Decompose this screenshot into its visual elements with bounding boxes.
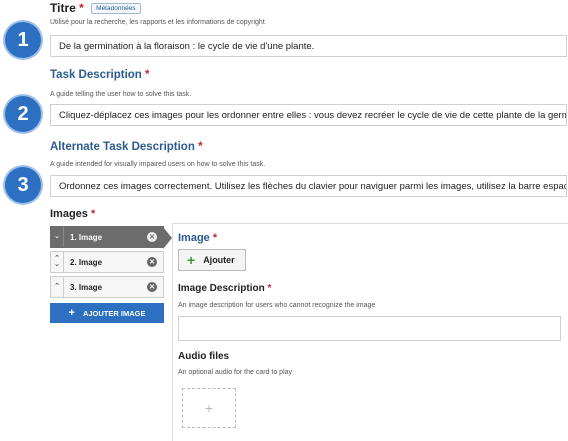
plus-icon: +	[204, 400, 214, 416]
alt-task-description-label: Alternate Task Description	[50, 141, 195, 153]
title-field-hint: Utilisé pour la recherche, les rapports …	[50, 19, 265, 26]
image-description-hint: An image description for users who canno…	[178, 302, 376, 309]
required-mark: *	[145, 69, 150, 81]
add-button[interactable]: + Ajouter	[178, 249, 246, 271]
task-description-label-row: Task Description *	[50, 69, 150, 81]
alt-task-description-input[interactable]: Ordonnez ces images correctement. Utilis…	[50, 175, 567, 197]
title-field-label-row: Titre * Métadonnées	[50, 1, 141, 15]
add-image-button[interactable]: + AJOUTER IMAGE	[50, 303, 164, 323]
task-description-input[interactable]: Cliquez-déplacez ces images pour les ord…	[50, 104, 567, 126]
required-mark: *	[90, 208, 96, 220]
images-label-row: Images *	[50, 208, 95, 220]
required-mark: *	[198, 141, 203, 153]
required-mark: *	[79, 1, 84, 15]
audio-files-label: Audio files	[178, 351, 230, 362]
image-tab-1[interactable]: ⌄ 1. Image ✕	[50, 226, 172, 249]
add-button-label: Ajouter	[203, 255, 235, 265]
remove-icon[interactable]: ✕	[147, 257, 157, 267]
image-label: Image	[178, 232, 210, 244]
image-label-row: Image *	[178, 232, 217, 244]
drag-handle-icon[interactable]: ⌃ ⌄	[51, 252, 64, 272]
image-tab-label: 1. Image	[70, 232, 103, 242]
image-description-input[interactable]	[178, 316, 561, 341]
step-badge-2: 2	[5, 96, 41, 132]
image-tab-label: 2. Image	[70, 257, 103, 267]
step-badge-1: 1	[5, 22, 41, 58]
image-description-label-row: Image Description *	[178, 283, 271, 294]
drag-handle-icon[interactable]: ⌃	[51, 277, 64, 297]
add-image-button-label: AJOUTER IMAGE	[82, 308, 146, 318]
title-input[interactable]: De la germination à la floraison : le cy…	[50, 35, 567, 57]
alt-task-description-hint: A guide intended for visually impaired u…	[50, 161, 266, 168]
image-tab-3[interactable]: ⌃ 3. Image ✕	[50, 276, 164, 298]
remove-icon[interactable]: ✕	[147, 282, 157, 292]
audio-files-hint: An optional audio for the card to play	[178, 369, 293, 376]
remove-icon[interactable]: ✕	[147, 232, 157, 242]
image-tab-2[interactable]: ⌃ ⌄ 2. Image ✕	[50, 251, 164, 273]
step-badge-3: 3	[5, 167, 41, 203]
add-audio-dropzone[interactable]: +	[182, 388, 236, 428]
images-label: Images	[50, 208, 88, 220]
image-description-label: Image Description	[178, 283, 265, 294]
image-tab-label: 3. Image	[70, 282, 103, 292]
required-mark: *	[212, 232, 218, 244]
required-mark: *	[267, 283, 272, 294]
plus-icon: +	[187, 252, 196, 268]
title-field-label: Titre	[50, 1, 76, 15]
plus-icon: +	[68, 307, 75, 319]
metadata-button[interactable]: Métadonnées	[91, 3, 141, 14]
drag-handle-icon[interactable]: ⌄	[51, 227, 64, 247]
task-description-label: Task Description	[50, 69, 142, 81]
alt-task-description-label-row: Alternate Task Description *	[50, 141, 203, 153]
task-description-hint: A guide telling the user how to solve th…	[50, 91, 192, 98]
